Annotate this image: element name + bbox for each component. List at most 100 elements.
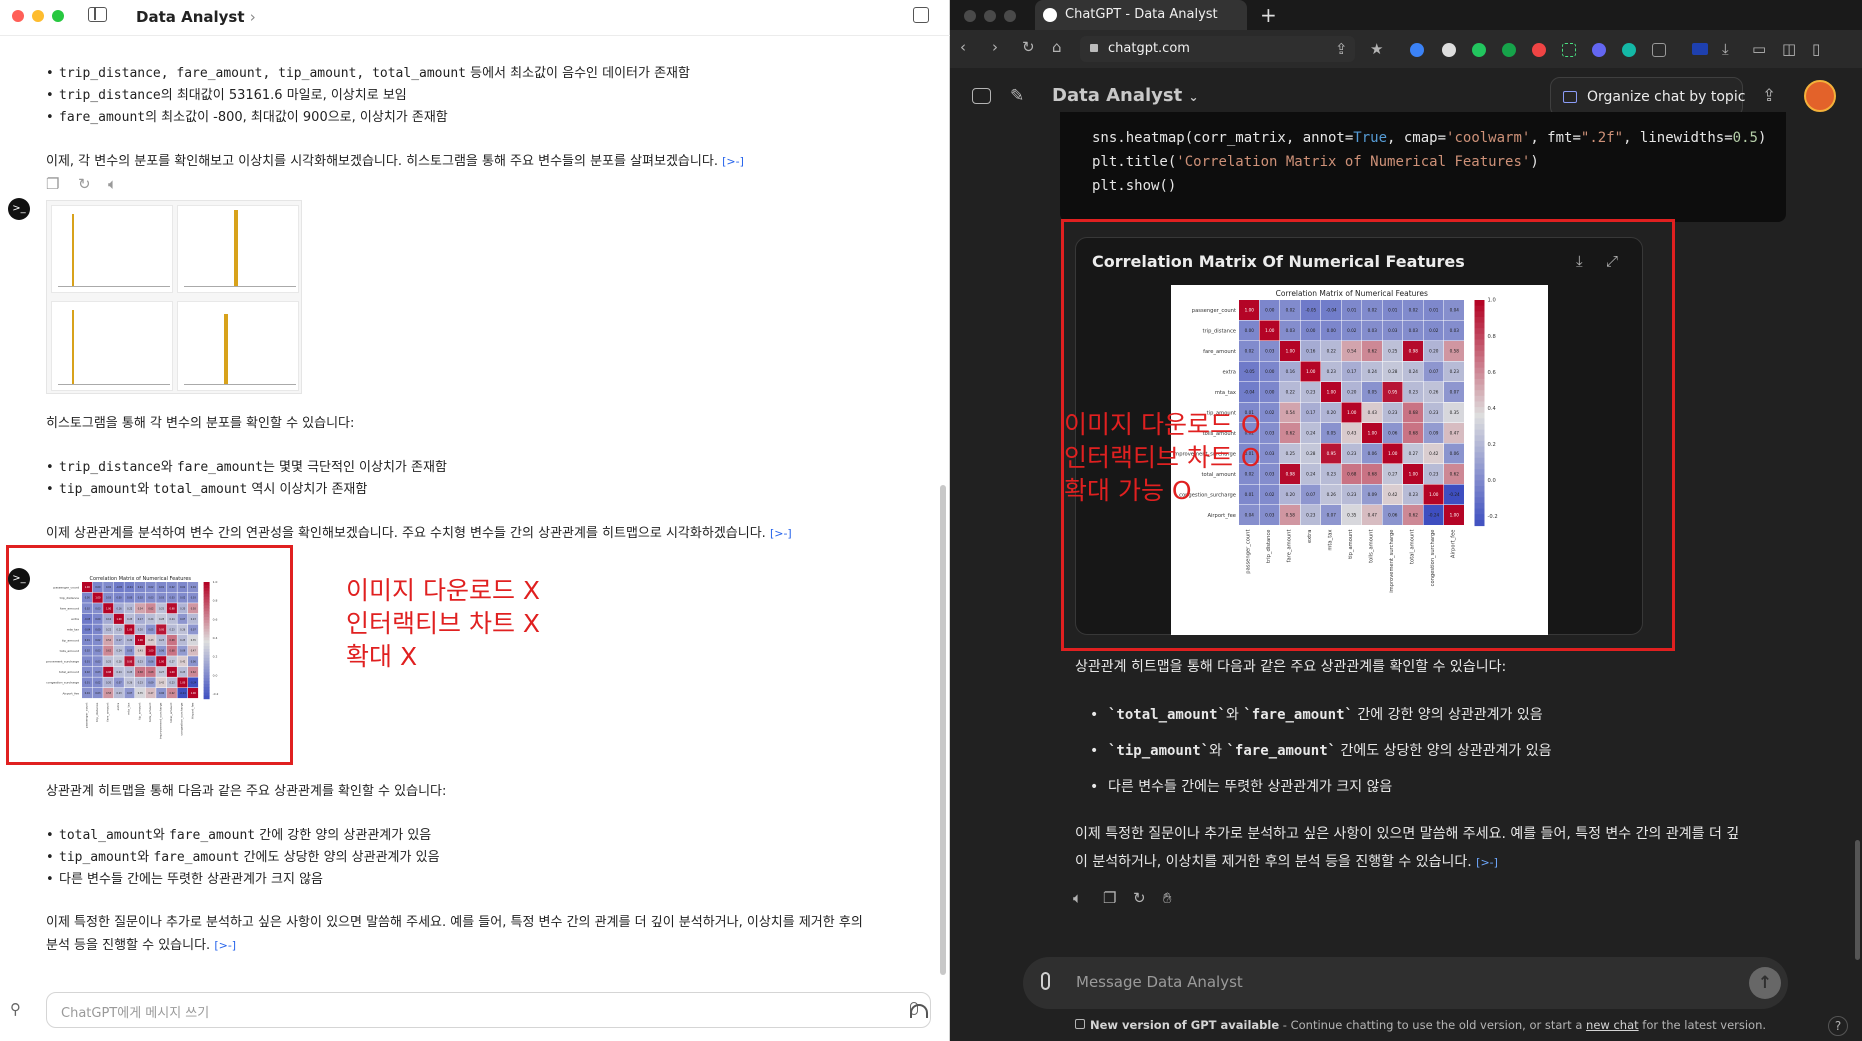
histogram-panel — [177, 301, 299, 391]
heatmap-cell-label: 0.27 — [159, 671, 165, 674]
minimize-window-button[interactable] — [32, 10, 44, 22]
reload-icon[interactable]: ↻ — [1022, 38, 1035, 56]
help-button[interactable]: ? — [1828, 1016, 1848, 1036]
attach-icon[interactable] — [1041, 972, 1050, 990]
heatmap-cell-label: 0.23 — [138, 681, 144, 684]
heatmap-cell-label: 0.03 — [170, 597, 176, 600]
back-icon[interactable]: ‹ — [960, 38, 966, 56]
heatmap-cell-label: 0.47 — [148, 692, 154, 695]
extension-icon[interactable] — [1502, 43, 1516, 57]
annotation-line: 확대 X — [346, 642, 418, 671]
heatmap-cell-label: 0.05 — [127, 650, 133, 653]
close-window-button[interactable] — [12, 10, 24, 22]
organize-chat-button[interactable]: Organize chat by topic — [1550, 77, 1745, 117]
regenerate-icon[interactable]: ↻ — [1133, 889, 1146, 907]
heatmap-cell-label: 0.01 — [159, 586, 165, 589]
heatmap-cell-label: 0.01 — [138, 586, 144, 589]
sidebar-toggle-icon[interactable]: ▯ — [1812, 40, 1820, 58]
share-icon[interactable]: ⇪ — [1762, 86, 1776, 106]
paragraph-text: 이 분석하거나, 이상치를 제거한 후의 분석 등을 진행할 수 있습니다. — [1075, 854, 1472, 870]
code-citation-link[interactable]: [>-] — [722, 155, 744, 168]
info-icon — [1075, 1019, 1085, 1029]
histogram-image — [46, 200, 302, 394]
minimize-window-button[interactable] — [984, 10, 996, 22]
inline-code: total_amount — [59, 828, 153, 843]
headphones-icon[interactable] — [910, 1004, 928, 1018]
extension-icon[interactable] — [1622, 43, 1636, 57]
colorbar-tick-label: 0.2 — [213, 655, 218, 659]
close-window-button[interactable] — [964, 10, 976, 22]
copy-icon[interactable]: ❐ — [46, 175, 59, 193]
list-item-text: 와 — [1226, 707, 1244, 723]
new-tab-button[interactable]: + — [1260, 3, 1277, 27]
copy-icon[interactable]: ❐ — [1103, 889, 1116, 907]
screenshot-icon[interactable]: ◫ — [1782, 40, 1796, 58]
message-input-box[interactable]: ChatGPT에게 메시지 쓰기 — [46, 992, 931, 1028]
address-bar[interactable]: chatgpt.com ⇪ — [1080, 36, 1355, 62]
histogram-panel — [51, 301, 173, 391]
sidebar-toggle-icon[interactable] — [972, 88, 991, 104]
extension-icon[interactable] — [1562, 43, 1576, 57]
send-button[interactable]: ↑ — [1749, 967, 1781, 999]
message-input-box[interactable]: Message Data Analyst ↑ — [1023, 957, 1788, 1009]
new-chat-icon[interactable]: ✎ — [1010, 86, 1024, 106]
regenerate-icon[interactable]: ↻ — [78, 175, 91, 193]
extension-icon[interactable] — [1592, 43, 1606, 57]
new-chat-link[interactable]: new chat — [1586, 1018, 1639, 1032]
extension-icon[interactable] — [1532, 43, 1546, 57]
download-icon[interactable]: ⤓ — [1722, 40, 1729, 58]
share-icon[interactable]: ⇪ — [1335, 40, 1348, 58]
sidebar-toggle-icon[interactable] — [88, 7, 107, 22]
extension-icon[interactable] — [1472, 43, 1486, 57]
list-item: • `tip_amount`와 `fare_amount` 간에도 상당한 양의 … — [1090, 743, 1552, 759]
heatmap-cell-label: 0.23 — [138, 660, 144, 663]
extension-icon[interactable]: ▭ — [1752, 40, 1766, 58]
scrollbar[interactable] — [1855, 840, 1860, 960]
heatmap-cell-label: 0.35 — [191, 639, 197, 642]
heatmap-cell-label: 0.23 — [180, 639, 186, 642]
chevron-right-icon: › — [249, 8, 256, 26]
heatmap-cell-label: 0.03 — [106, 597, 112, 600]
maximize-window-button[interactable] — [1004, 10, 1016, 22]
forward-icon[interactable]: › — [992, 38, 998, 56]
extension-icon[interactable] — [1652, 43, 1666, 57]
list-item-text: 와 — [137, 482, 154, 497]
maximize-window-button[interactable] — [52, 10, 64, 22]
user-avatar[interactable] — [1804, 80, 1836, 112]
lock-icon — [1090, 44, 1098, 52]
home-icon[interactable]: ⌂ — [1052, 38, 1062, 56]
scrollbar[interactable] — [940, 485, 946, 975]
bookmark-star-icon[interactable]: ★ — [1370, 40, 1383, 58]
list-item: • tip_amount와 fare_amount 간에도 상당한 양의 상관관계… — [46, 850, 440, 865]
tab-title: ChatGPT - Data Analyst — [1065, 7, 1218, 22]
thumbs-down-icon[interactable]: ✋︎ — [1163, 889, 1172, 907]
extension-icon[interactable] — [1692, 43, 1708, 55]
heatmap-cell-label: 0.00 — [95, 586, 101, 589]
code-citation-link[interactable]: [>-] — [214, 939, 236, 952]
heatmap-cell-label: 0.03 — [95, 660, 101, 663]
code-citation-link[interactable]: [>-] — [1476, 856, 1498, 869]
list-item: • total_amount와 fare_amount 간에 강한 양의 상관관계… — [46, 828, 432, 843]
list-item-text: 간에 강한 양의 상관관계가 있음 — [255, 828, 432, 843]
read-aloud-icon[interactable]: 🔈︎ — [108, 175, 117, 193]
code-citation-link[interactable]: [>-] — [770, 527, 792, 540]
heatmap-cell-label: 0.03 — [95, 692, 101, 695]
heatmap-cell-label: 0.02 — [85, 671, 91, 674]
attach-icon[interactable]: ⚲ — [10, 1000, 21, 1018]
code-token: 'coolwarm' — [1446, 130, 1531, 146]
model-title[interactable]: Data Analyst ⌄ — [1052, 85, 1199, 106]
page-title[interactable]: Data Analyst › — [136, 8, 256, 26]
heatmap-cell-label: 0.26 — [127, 681, 133, 684]
heatmap-cell-label: 0.02 — [95, 681, 101, 684]
assistant-paragraph: 이제, 각 변수의 분포를 확인해보고 이상치를 시각화해보겠습니다. 히스토그… — [46, 150, 744, 169]
browser-tab-active[interactable]: ChatGPT - Data Analyst — [1035, 0, 1247, 30]
message-input[interactable]: Message Data Analyst — [1076, 973, 1243, 991]
list-item: • `total_amount`와 `fare_amount` 간에 강한 양의 … — [1090, 707, 1543, 723]
message-input[interactable]: ChatGPT에게 메시지 쓰기 — [61, 1002, 209, 1021]
extension-icon[interactable] — [1410, 43, 1424, 57]
read-aloud-icon[interactable]: 🔈︎ — [1073, 889, 1082, 907]
heatmap-cell-label: 0.35 — [138, 692, 144, 695]
page-title-text: Data Analyst — [136, 8, 245, 26]
new-chat-icon[interactable] — [913, 7, 929, 23]
extension-icon[interactable] — [1442, 43, 1456, 57]
